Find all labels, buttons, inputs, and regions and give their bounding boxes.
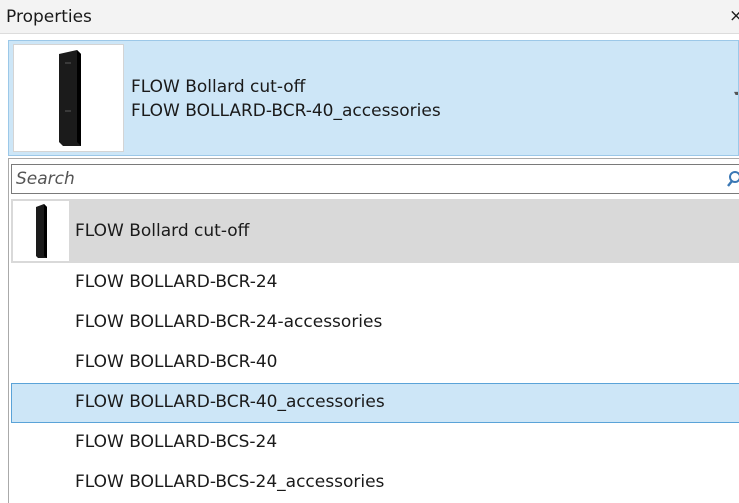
list-item-selected[interactable]: FLOW BOLLARD-BCR-40_accessories <box>11 383 739 423</box>
type-dropdown: FLOW Bollard cut-off FLOW BOLLARD-BCR-24… <box>8 158 739 503</box>
list-item-label: FLOW BOLLARD-BCR-40_accessories <box>75 392 385 412</box>
list-item-label: FLOW BOLLARD-BCS-24 <box>75 432 278 452</box>
list-item-label: FLOW BOLLARD-BCR-24-accessories <box>75 312 383 332</box>
bollard-icon <box>59 50 81 146</box>
family-thumbnail <box>13 201 69 261</box>
list-item-label: FLOW BOLLARD-BCR-40 <box>75 352 278 372</box>
chevron-down-icon[interactable]: ▾ <box>734 87 738 95</box>
type-thumbnail <box>13 44 124 152</box>
list-item[interactable]: FLOW BOLLARD-BCR-40 <box>11 343 739 383</box>
type-selector[interactable]: FLOW Bollard cut-off FLOW BOLLARD-BCR-40… <box>8 40 739 156</box>
properties-titlebar: Properties × <box>0 0 739 34</box>
list-item-label: FLOW BOLLARD-BCR-24 <box>75 272 278 292</box>
type-name: FLOW BOLLARD-BCR-40_accessories <box>131 101 441 121</box>
list-item[interactable]: FLOW BOLLARD-BCS-24_accessories <box>11 463 739 503</box>
list-item[interactable]: FLOW BOLLARD-BCR-24-accessories <box>11 303 739 343</box>
type-family-name: FLOW Bollard cut-off <box>131 77 306 97</box>
bollard-icon <box>36 204 47 258</box>
close-icon[interactable]: × <box>729 6 739 26</box>
family-label: FLOW Bollard cut-off <box>75 221 250 241</box>
list-item-family[interactable]: FLOW Bollard cut-off <box>11 199 739 263</box>
list-item[interactable]: FLOW BOLLARD-BCS-24 <box>11 423 739 463</box>
type-list: FLOW Bollard cut-off FLOW BOLLARD-BCR-24… <box>11 199 739 503</box>
list-item[interactable]: FLOW BOLLARD-BCR-24 <box>11 263 739 303</box>
search-box[interactable] <box>11 164 739 194</box>
search-input[interactable] <box>16 167 706 191</box>
panel-title: Properties <box>6 7 92 27</box>
search-icon[interactable] <box>727 170 739 188</box>
list-item-label: FLOW BOLLARD-BCS-24_accessories <box>75 472 385 492</box>
